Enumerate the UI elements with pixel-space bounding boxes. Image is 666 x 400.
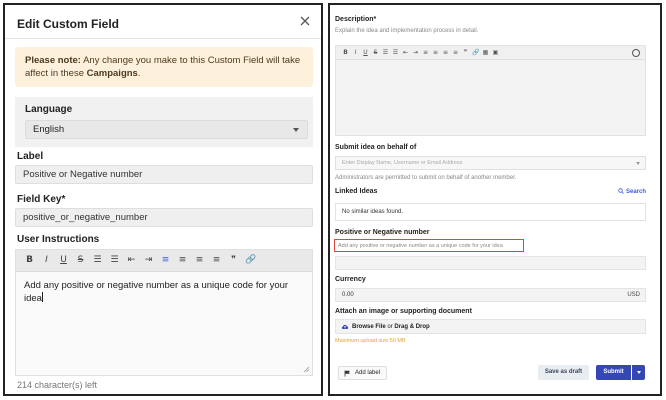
highlight-box: Add any positive or negative number as a… <box>334 239 524 252</box>
align-center-icon[interactable]: ≡ <box>432 49 439 56</box>
image-icon[interactable]: ▣ <box>492 49 499 56</box>
save-draft-button[interactable]: Save as draft <box>538 365 589 380</box>
note-suffix: . <box>137 68 141 79</box>
align-justify-icon[interactable]: ≡ <box>452 49 459 56</box>
bold-icon[interactable]: B <box>342 49 349 56</box>
numbered-list-icon[interactable]: ☰ <box>392 49 399 56</box>
add-label-button[interactable]: Add label <box>338 366 388 380</box>
similar-ideas-box: No similar ideas found. <box>335 203 646 221</box>
flag-icon <box>344 370 350 377</box>
bullet-list-icon[interactable]: ☰ <box>92 255 103 266</box>
strikethrough-icon[interactable]: S <box>75 255 86 266</box>
editor-toolbar: B I U S ☰ ☰ ⇤ ⇥ ≡ ≡ ≡ ≡ ❞ 🔗 <box>16 250 312 272</box>
idea-form-panel: Description* Explain the idea and implem… <box>328 3 662 396</box>
link-icon[interactable]: 🔗 <box>245 255 256 266</box>
behalf-select[interactable]: Enter Display Name, Username or Email Ad… <box>335 156 646 170</box>
italic-icon[interactable]: I <box>352 49 359 56</box>
submit-button[interactable]: Submit <box>596 365 631 380</box>
align-left-icon[interactable]: ≡ <box>160 255 171 266</box>
description-label-text: Description <box>335 16 374 23</box>
max-upload-size: Maximum upload size 50 MB <box>335 338 406 344</box>
posneg-input[interactable] <box>335 256 646 270</box>
browse-file-label: Browse File <box>352 324 386 330</box>
align-left-icon[interactable]: ≡ <box>422 49 429 56</box>
submit-options-button[interactable] <box>632 365 645 380</box>
chevron-down-icon <box>293 128 299 132</box>
underline-icon[interactable]: U <box>58 255 69 266</box>
divider <box>5 38 321 39</box>
chevron-down-icon <box>636 162 640 165</box>
indent-icon[interactable]: ⇥ <box>412 49 419 56</box>
panel-title: Edit Custom Field <box>17 17 119 31</box>
text-cursor <box>41 292 43 302</box>
instructions-editor[interactable]: B I U S ☰ ☰ ⇤ ⇥ ≡ ≡ ≡ ≡ ❞ 🔗 Add any posi… <box>15 249 313 376</box>
emoji-icon[interactable] <box>632 49 640 57</box>
upload-dropzone[interactable]: Browse File or Drag & Drop <box>335 319 646 334</box>
character-count: 214 character(s) left <box>17 380 98 390</box>
similar-ideas-text: No similar ideas found. <box>342 209 404 215</box>
behalf-help: Administrators are permitted to submit o… <box>335 175 517 181</box>
underline-icon[interactable]: U <box>362 49 369 56</box>
instructions-label: User Instructions <box>17 234 100 245</box>
drag-drop-label: Drag & Drop <box>394 324 430 330</box>
close-icon[interactable] <box>298 14 312 28</box>
description-editor[interactable]: B I U S ☰ ☰ ⇤ ⇥ ≡ ≡ ≡ ≡ ❞ 🔗 ▦ ▣ <box>335 45 646 136</box>
align-center-icon[interactable]: ≡ <box>177 255 188 266</box>
align-right-icon[interactable]: ≡ <box>194 255 205 266</box>
currency-value: 0.00 <box>342 292 354 298</box>
warning-note: Please note: Any change you make to this… <box>15 47 313 87</box>
linked-ideas-label: Linked Ideas <box>335 188 378 195</box>
description-label: Description* <box>335 16 376 23</box>
instructions-text[interactable]: Add any positive or negative number as a… <box>16 272 312 312</box>
search-icon <box>618 188 625 194</box>
instructions-value: Add any positive or negative number as a… <box>24 280 289 304</box>
cloud-upload-icon <box>341 324 349 329</box>
search-label: Search <box>625 189 646 195</box>
note-prefix: Please note: <box>25 55 81 66</box>
indent-icon[interactable]: ⇥ <box>143 255 154 266</box>
label-field-label: Label <box>17 151 44 162</box>
field-key-input[interactable]: positive_or_negative_number <box>15 208 313 227</box>
quote-icon[interactable]: ❞ <box>462 49 469 56</box>
behalf-placeholder: Enter Display Name, Username or Email Ad… <box>342 160 463 166</box>
resize-grip-icon[interactable] <box>303 366 310 373</box>
edit-custom-field-panel: Edit Custom Field Please note: Any chang… <box>3 3 323 396</box>
chevron-down-icon <box>637 371 641 374</box>
bold-icon[interactable]: B <box>24 255 35 266</box>
required-marker: * <box>373 16 377 23</box>
align-right-icon[interactable]: ≡ <box>442 49 449 56</box>
language-label: Language <box>25 104 73 115</box>
video-icon[interactable]: ▦ <box>482 49 489 56</box>
outdent-icon[interactable]: ⇤ <box>402 49 409 56</box>
align-justify-icon[interactable]: ≡ <box>211 255 222 266</box>
note-keyword: Campaigns <box>86 68 138 79</box>
link-icon[interactable]: 🔗 <box>472 49 479 56</box>
currency-unit: USD <box>627 292 640 298</box>
language-value: English <box>33 124 65 135</box>
posneg-label: Positive or Negative number <box>335 229 430 236</box>
add-label-text: Add label <box>355 370 381 376</box>
description-toolbar: B I U S ☰ ☰ ⇤ ⇥ ≡ ≡ ≡ ≡ ❞ 🔗 ▦ ▣ <box>336 46 645 60</box>
attach-label: Attach an image or supporting document <box>335 308 472 315</box>
bullet-list-icon[interactable]: ☰ <box>382 49 389 56</box>
description-help: Explain the idea and implementation proc… <box>335 28 479 34</box>
language-section: Language English <box>15 97 313 147</box>
italic-icon[interactable]: I <box>41 255 52 266</box>
field-key-label: Field Key* <box>17 194 66 205</box>
label-input[interactable]: Positive or Negative number <box>15 165 313 184</box>
behalf-label: Submit idea on behalf of <box>335 144 417 151</box>
posneg-help: Add any positive or negative number as a… <box>338 243 503 249</box>
numbered-list-icon[interactable]: ☰ <box>109 255 120 266</box>
quote-icon[interactable]: ❞ <box>228 255 239 266</box>
language-select[interactable]: English <box>25 120 308 139</box>
currency-label: Currency <box>335 276 366 283</box>
search-link[interactable]: Search <box>618 188 646 195</box>
outdent-icon[interactable]: ⇤ <box>126 255 137 266</box>
currency-input[interactable]: 0.00 USD <box>335 288 646 302</box>
strikethrough-icon[interactable]: S <box>372 49 379 56</box>
